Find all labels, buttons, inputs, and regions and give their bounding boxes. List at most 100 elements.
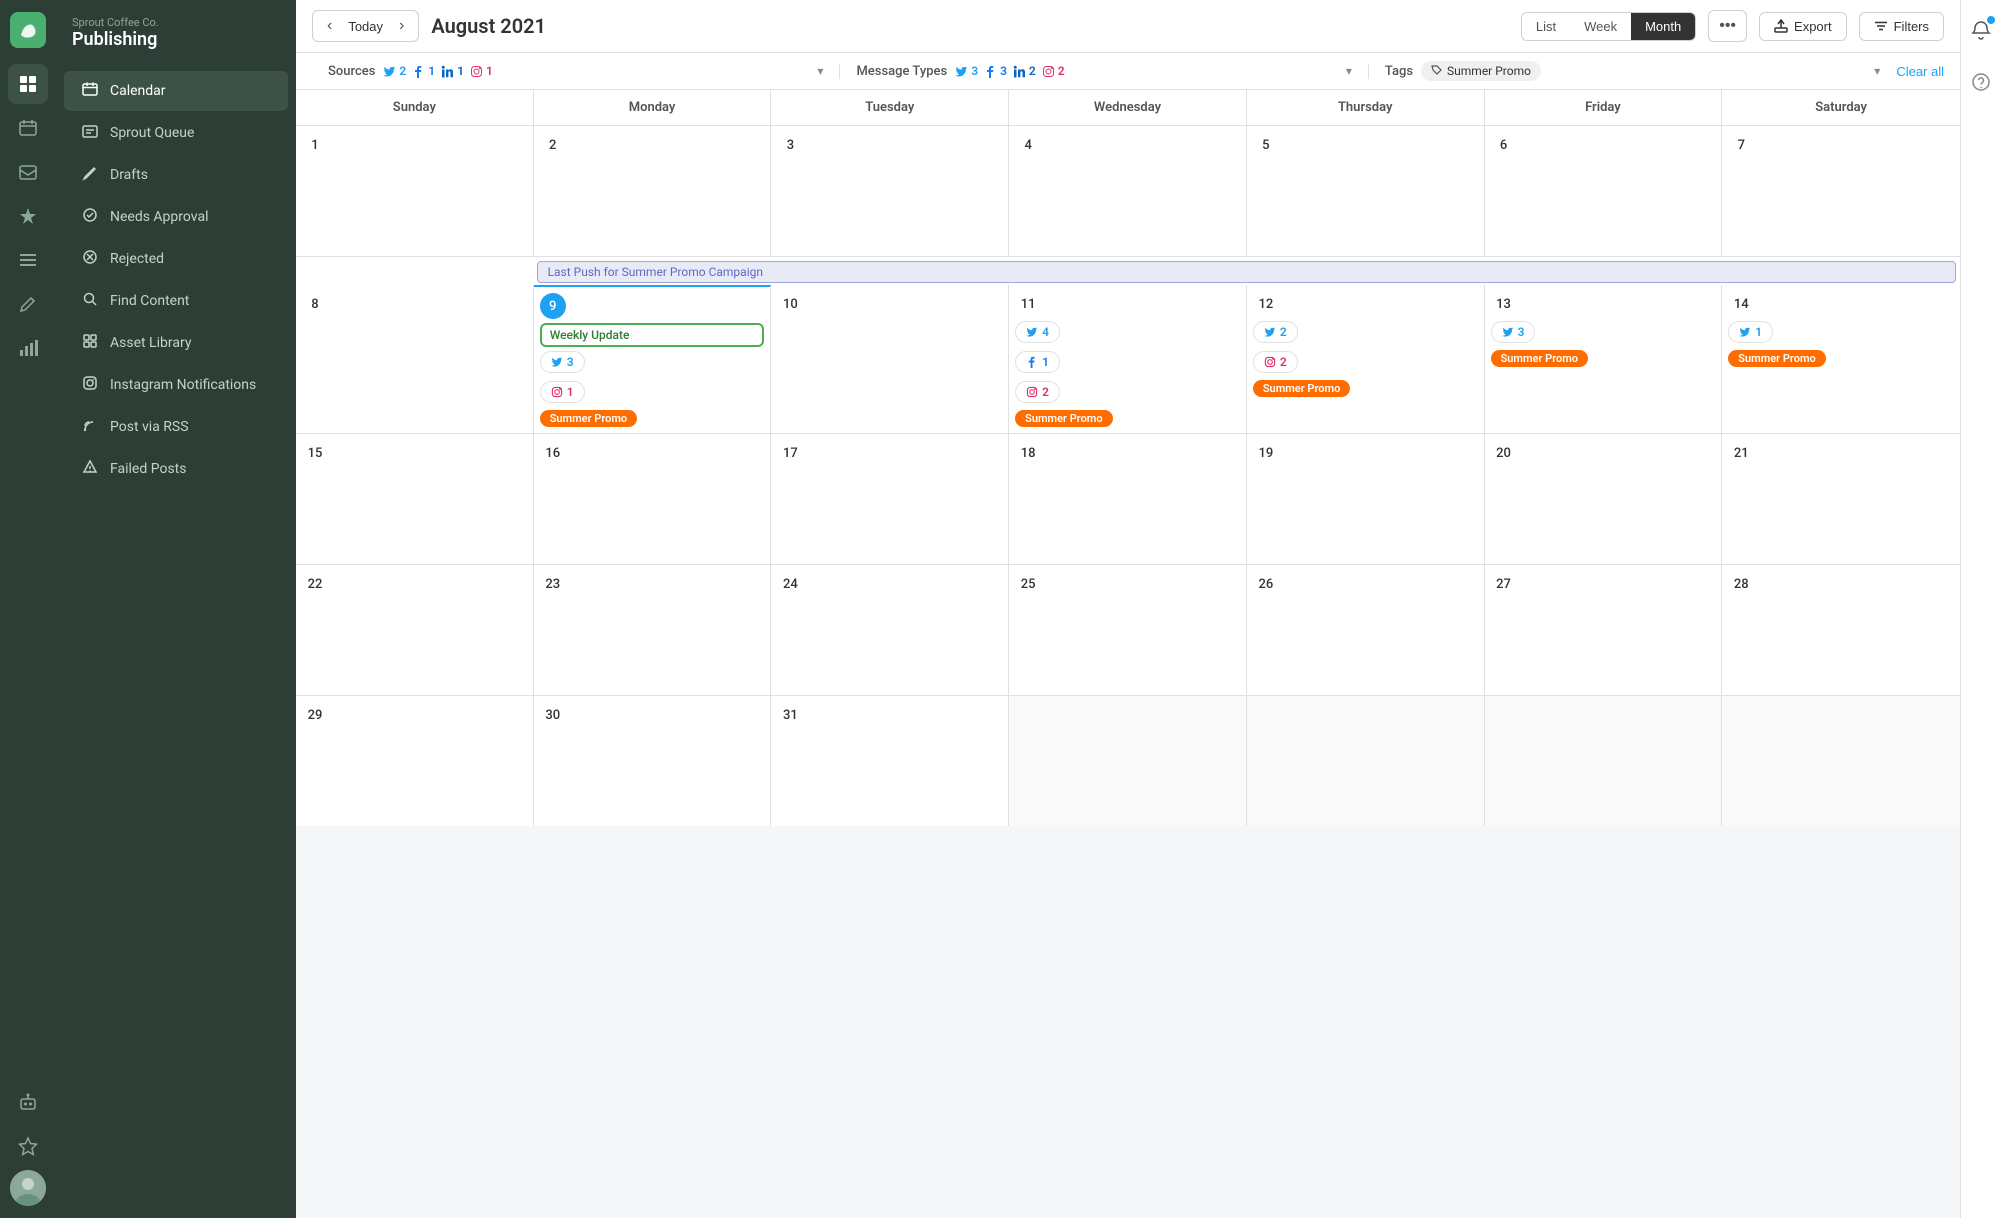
rail-list-icon[interactable] xyxy=(8,240,48,280)
spanning-event-bar[interactable]: Last Push for Summer Promo Campaign xyxy=(537,261,1956,283)
day-sep3[interactable] xyxy=(1485,696,1723,826)
day-aug20[interactable]: 20 xyxy=(1485,434,1723,564)
rail-star-icon[interactable] xyxy=(8,1126,48,1166)
linkedin-source-chip[interactable]: 1 xyxy=(441,64,464,78)
day-aug5[interactable]: 5 xyxy=(1247,126,1485,256)
day-aug15[interactable]: 15 xyxy=(296,434,534,564)
day-aug4[interactable]: 4 xyxy=(1009,126,1247,256)
day-aug11[interactable]: 11 4 1 xyxy=(1009,285,1247,433)
tag-summer-promo-11[interactable]: Summer Promo xyxy=(1015,410,1112,427)
rail-calendar-icon[interactable] xyxy=(8,108,48,148)
event-instagram-2b[interactable]: 2 xyxy=(1253,351,1298,373)
day-aug2[interactable]: 2 xyxy=(534,126,772,256)
event-facebook-1[interactable]: 1 xyxy=(1015,351,1060,373)
instagram-source-chip[interactable]: 1 xyxy=(470,64,493,78)
day-aug24[interactable]: 24 xyxy=(771,565,1009,695)
sidebar-item-failed-posts-label: Failed Posts xyxy=(110,461,186,477)
day-aug14[interactable]: 14 1 Summer Promo xyxy=(1722,285,1960,433)
prev-button[interactable]: ‹ xyxy=(321,15,338,37)
day-aug8[interactable]: 8 xyxy=(296,285,534,433)
day-aug9[interactable]: 9 Weekly Update 3 1 xyxy=(534,285,772,433)
active-tag-badge[interactable]: Summer Promo xyxy=(1421,61,1541,81)
sidebar-item-rejected[interactable]: Rejected xyxy=(64,239,288,279)
day-aug1[interactable]: 1 xyxy=(296,126,534,256)
day-aug27[interactable]: 27 xyxy=(1485,565,1723,695)
day-sep4[interactable] xyxy=(1722,696,1960,826)
day-aug29[interactable]: 29 xyxy=(296,696,534,826)
day-aug3[interactable]: 3 xyxy=(771,126,1009,256)
rail-pin-icon[interactable] xyxy=(8,196,48,236)
export-button[interactable]: Export xyxy=(1759,12,1847,41)
event-twitter-1[interactable]: 1 xyxy=(1728,321,1773,343)
day-aug10[interactable]: 10 xyxy=(771,285,1009,433)
tag-summer-promo-9[interactable]: Summer Promo xyxy=(540,410,637,427)
tag-summer-promo-13[interactable]: Summer Promo xyxy=(1491,350,1588,367)
tags-arrow-icon[interactable]: ▾ xyxy=(1874,64,1880,78)
sidebar-item-post-via-rss[interactable]: Post via RSS xyxy=(64,407,288,447)
page-title: August 2021 xyxy=(431,14,546,38)
tag-summer-promo-14[interactable]: Summer Promo xyxy=(1728,350,1825,367)
day-aug21[interactable]: 21 xyxy=(1722,434,1960,564)
rail-bot-icon[interactable] xyxy=(8,1082,48,1122)
event-instagram-2[interactable]: 2 xyxy=(1015,381,1060,403)
day-aug18[interactable]: 18 xyxy=(1009,434,1247,564)
user-avatar[interactable] xyxy=(10,1170,46,1206)
rail-publishing-icon[interactable] xyxy=(8,64,48,104)
day-aug30[interactable]: 30 xyxy=(534,696,772,826)
sidebar-item-asset-library[interactable]: Asset Library xyxy=(64,323,288,363)
notification-dot xyxy=(1987,16,1995,24)
day-aug17[interactable]: 17 xyxy=(771,434,1009,564)
day-aug26[interactable]: 26 xyxy=(1247,565,1485,695)
fb-msg-chip[interactable]: 3 xyxy=(984,64,1007,78)
rail-analytics-icon[interactable] xyxy=(8,328,48,368)
tw-msg-chip[interactable]: 3 xyxy=(955,64,978,78)
day-aug13[interactable]: 13 3 Summer Promo xyxy=(1485,285,1723,433)
day-aug31[interactable]: 31 xyxy=(771,696,1009,826)
facebook-source-chip[interactable]: 1 xyxy=(412,64,435,78)
event-instagram-1[interactable]: 1 xyxy=(540,381,585,403)
day-aug16[interactable]: 16 xyxy=(534,434,772,564)
sidebar-item-calendar[interactable]: Calendar xyxy=(64,71,288,111)
notifications-button[interactable] xyxy=(1963,12,1999,48)
day-aug23[interactable]: 23 xyxy=(534,565,772,695)
message-types-arrow-icon[interactable]: ▾ xyxy=(1346,64,1352,78)
day-aug19[interactable]: 19 xyxy=(1247,434,1485,564)
view-week-button[interactable]: Week xyxy=(1570,13,1631,40)
event-twitter-2[interactable]: 2 xyxy=(1253,321,1298,343)
event-twitter-3b[interactable]: 3 xyxy=(1491,321,1536,343)
day-aug22[interactable]: 22 xyxy=(296,565,534,695)
clear-all-button[interactable]: Clear all xyxy=(1896,64,1944,79)
sidebar-item-drafts[interactable]: Drafts xyxy=(64,155,288,195)
event-twitter-3[interactable]: 3 xyxy=(540,351,585,373)
sidebar-item-instagram-notifications[interactable]: Instagram Notifications xyxy=(64,365,288,405)
sources-arrow-icon[interactable]: ▾ xyxy=(817,64,823,78)
day-aug6[interactable]: 6 xyxy=(1485,126,1723,256)
help-button[interactable] xyxy=(1963,64,1999,100)
event-weekly-update[interactable]: Weekly Update xyxy=(540,323,765,347)
rail-inbox-icon[interactable] xyxy=(8,152,48,192)
twitter-source-chip[interactable]: 2 xyxy=(383,64,406,78)
help-icon xyxy=(1971,72,1991,92)
sidebar-item-needs-approval[interactable]: Needs Approval xyxy=(64,197,288,237)
sidebar-item-sprout-queue[interactable]: Sprout Queue xyxy=(64,113,288,153)
rail-compose-icon[interactable] xyxy=(8,284,48,324)
li-msg-chip[interactable]: 2 xyxy=(1013,64,1036,78)
day-sep2[interactable] xyxy=(1247,696,1485,826)
view-list-button[interactable]: List xyxy=(1522,13,1570,40)
day-sep1[interactable] xyxy=(1009,696,1247,826)
day-aug12[interactable]: 12 2 2 Sum xyxy=(1247,285,1485,433)
ig-msg-chip[interactable]: 2 xyxy=(1042,64,1065,78)
day-aug25[interactable]: 25 xyxy=(1009,565,1247,695)
more-options-button[interactable]: ••• xyxy=(1708,10,1747,42)
sidebar-item-find-content[interactable]: Find Content xyxy=(64,281,288,321)
tag-summer-promo-12[interactable]: Summer Promo xyxy=(1253,380,1350,397)
sidebar-item-failed-posts[interactable]: Failed Posts xyxy=(64,449,288,489)
day-aug28[interactable]: 28 xyxy=(1722,565,1960,695)
next-button[interactable]: › xyxy=(393,15,410,37)
event-twitter-4[interactable]: 4 xyxy=(1015,321,1060,343)
sidebar-item-instagram-notifications-label: Instagram Notifications xyxy=(110,377,256,393)
day-aug7[interactable]: 7 xyxy=(1722,126,1960,256)
view-month-button[interactable]: Month xyxy=(1631,13,1695,40)
filters-button[interactable]: Filters xyxy=(1859,12,1944,41)
today-button[interactable]: Today xyxy=(342,17,389,36)
